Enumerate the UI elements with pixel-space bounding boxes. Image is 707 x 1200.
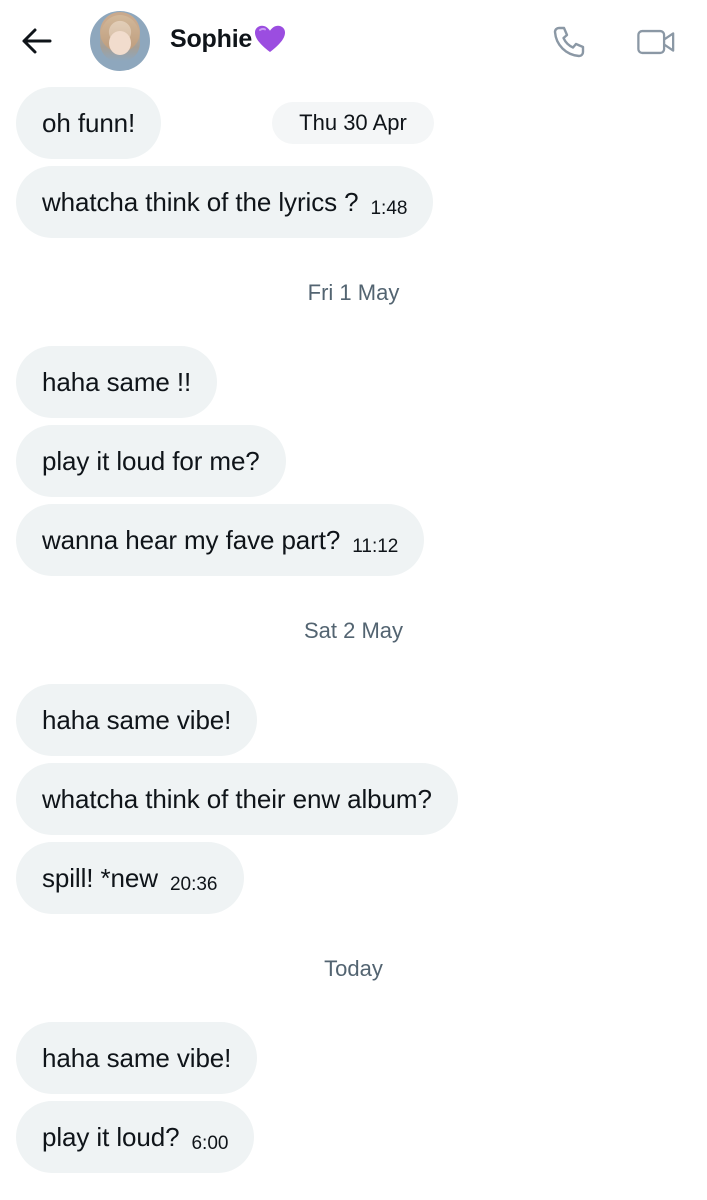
arrow-left-icon bbox=[22, 28, 52, 54]
message-text: whatcha think of the lyrics ? bbox=[42, 186, 359, 217]
message-text: play it loud? bbox=[42, 1121, 180, 1152]
contact-name[interactable]: Sophie bbox=[170, 24, 287, 54]
message-timestamp: 11:12 bbox=[352, 536, 399, 557]
message-timestamp: 1:48 bbox=[370, 198, 408, 219]
message-bubble[interactable]: oh funn! bbox=[16, 87, 162, 159]
message-text: oh funn! bbox=[42, 107, 136, 138]
message-bubble[interactable]: play it loud? 6:00 bbox=[16, 1101, 255, 1173]
date-separator: Sat 2 May bbox=[303, 618, 404, 643]
message-text: wanna hear my fave part? bbox=[42, 524, 341, 555]
date-separator: Fri 1 May bbox=[307, 280, 400, 305]
message-timestamp: 6:00 bbox=[191, 1133, 229, 1154]
message-text: whatcha think of their enw album? bbox=[42, 783, 432, 814]
purple-heart-icon bbox=[255, 25, 286, 52]
message-text: haha same !! bbox=[42, 366, 192, 397]
message-bubble[interactable]: haha same vibe! bbox=[16, 684, 258, 756]
message-text: haha same vibe! bbox=[42, 1042, 232, 1073]
phone-icon bbox=[553, 26, 585, 58]
message-text: play it loud for me? bbox=[42, 445, 260, 476]
message-bubble[interactable]: wanna hear my fave part? 11:12 bbox=[16, 504, 425, 576]
contact-name-label: Sophie bbox=[170, 24, 253, 53]
date-separator: Today bbox=[324, 956, 383, 981]
message-bubble[interactable]: play it loud for me? bbox=[16, 425, 286, 497]
chat-header: Sophie bbox=[0, 0, 707, 82]
call-button[interactable] bbox=[549, 22, 589, 62]
message-text: spill! *new bbox=[42, 862, 158, 893]
video-camera-icon bbox=[637, 29, 675, 55]
message-bubble[interactable]: spill! *new 20:36 bbox=[16, 842, 244, 914]
message-timestamp: 20:36 bbox=[169, 874, 218, 895]
message-bubble[interactable]: whatcha think of the lyrics ? 1:48 bbox=[16, 166, 434, 238]
floating-date-label: Thu 30 Apr bbox=[272, 102, 434, 144]
message-bubble[interactable]: whatcha think of their enw album? bbox=[16, 763, 458, 835]
avatar[interactable] bbox=[90, 11, 150, 71]
video-call-button[interactable] bbox=[636, 22, 676, 62]
message-text: haha same vibe! bbox=[42, 704, 232, 735]
back-button[interactable] bbox=[20, 24, 54, 58]
message-bubble[interactable]: haha same vibe! bbox=[16, 1022, 258, 1094]
message-bubble[interactable]: haha same !! bbox=[16, 346, 218, 418]
